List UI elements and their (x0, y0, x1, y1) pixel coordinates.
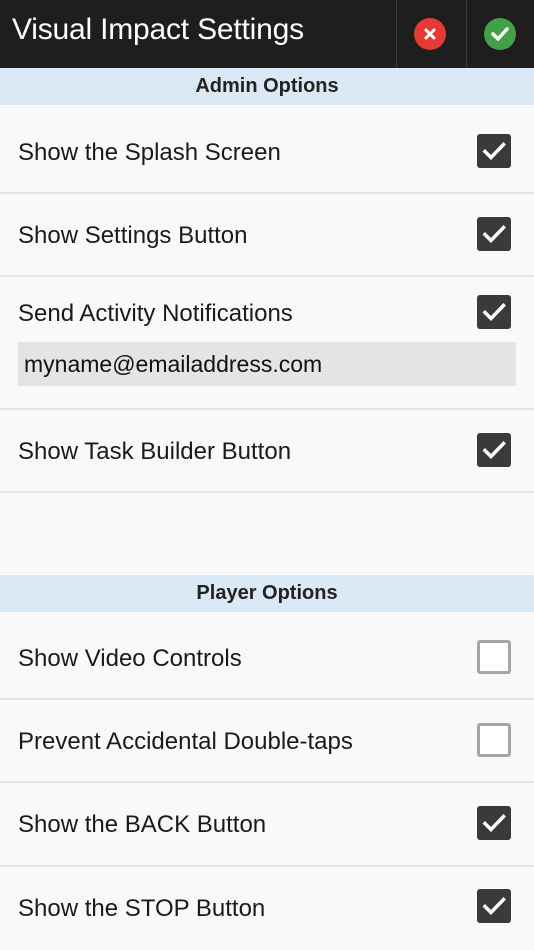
setting-row-task-builder: Show Task Builder Button (0, 410, 534, 493)
setting-row-settings-button: Show Settings Button (0, 194, 534, 277)
video-controls-checkbox[interactable] (477, 640, 511, 674)
app-title: Visual Impact Settings (12, 13, 304, 46)
setting-row-stop-button: Show the STOP Button (0, 867, 534, 950)
setting-label: Show Settings Button (18, 222, 248, 249)
setting-row-video-controls: Show Video Controls (0, 612, 534, 700)
setting-label: Show the STOP Button (18, 895, 266, 922)
confirm-button[interactable] (467, 0, 533, 68)
top-bar: Visual Impact Settings (0, 0, 534, 68)
stop-button-checkbox[interactable] (477, 889, 511, 923)
cancel-button[interactable] (397, 0, 463, 68)
setting-label: Show Video Controls (18, 645, 242, 672)
setting-label: Show the BACK Button (18, 811, 267, 838)
setting-label: Show Task Builder Button (18, 438, 292, 465)
player-options-header: Player Options (0, 575, 534, 612)
close-icon (414, 18, 446, 50)
setting-label: Send Activity Notifications (18, 300, 293, 327)
back-button-checkbox[interactable] (477, 806, 511, 840)
setting-row-double-taps: Prevent Accidental Double-taps (0, 700, 534, 783)
task-builder-checkbox[interactable] (477, 433, 511, 467)
setting-label: Prevent Accidental Double-taps (18, 728, 353, 755)
setting-row-splash-screen: Show the Splash Screen (0, 105, 534, 194)
setting-row-back-button: Show the BACK Button (0, 783, 534, 867)
check-icon (484, 18, 516, 50)
admin-options-header: Admin Options (0, 68, 534, 105)
splash-screen-checkbox[interactable] (477, 134, 511, 168)
setting-label: Show the Splash Screen (18, 139, 281, 166)
activity-notifications-checkbox[interactable] (477, 295, 511, 329)
notification-email-field[interactable] (18, 342, 516, 386)
double-taps-checkbox[interactable] (477, 723, 511, 757)
settings-button-checkbox[interactable] (477, 217, 511, 251)
